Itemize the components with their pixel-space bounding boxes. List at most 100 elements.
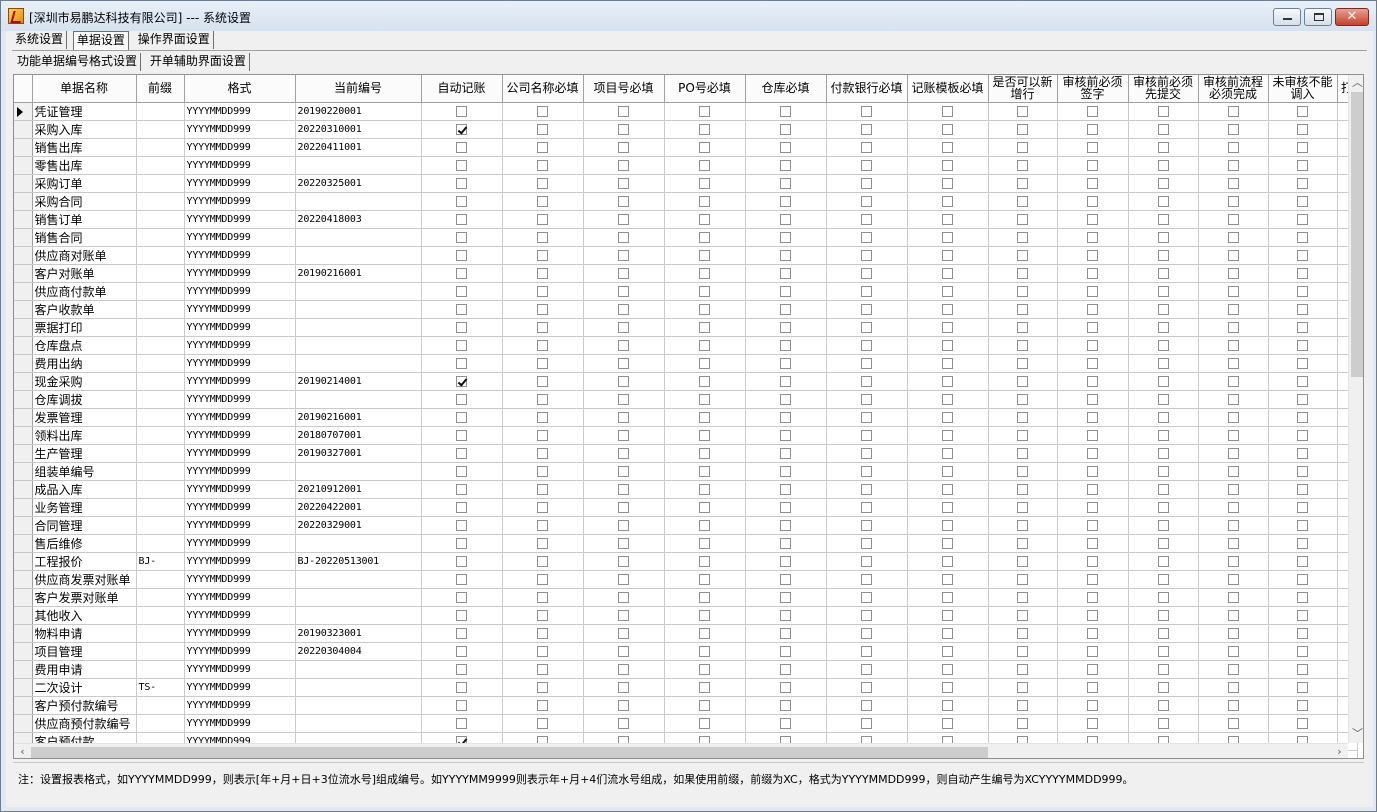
unchecked-checkbox[interactable] xyxy=(780,250,791,261)
prefix-cell[interactable] xyxy=(136,228,185,247)
unchecked-checkbox[interactable] xyxy=(1087,214,1098,225)
prefix-cell[interactable] xyxy=(136,714,185,733)
unchecked-checkbox[interactable] xyxy=(1157,574,1169,585)
unchecked-checkbox[interactable] xyxy=(1017,106,1028,117)
unchecked-checkbox[interactable] xyxy=(942,520,953,531)
unchecked-checkbox[interactable] xyxy=(942,682,953,693)
column-header[interactable]: 审核前流程必须完成 xyxy=(1198,75,1269,103)
format-cell[interactable]: YYYYMMDD999 xyxy=(184,210,296,229)
unchecked-checkbox[interactable] xyxy=(942,700,953,711)
prefix-cell[interactable] xyxy=(136,534,185,553)
unchecked-checkbox[interactable] xyxy=(537,196,548,207)
row-indicator[interactable] xyxy=(14,426,33,445)
unchecked-checkbox[interactable] xyxy=(1087,178,1098,189)
table-row[interactable]: 客户对账单 YYYYMMDD999 20190216001 xyxy=(14,264,1358,283)
row-indicator[interactable] xyxy=(14,498,33,517)
unchecked-checkbox[interactable] xyxy=(1297,520,1308,531)
unchecked-checkbox[interactable] xyxy=(699,628,710,639)
prefix-cell[interactable]: BJ- xyxy=(136,552,185,571)
unchecked-checkbox[interactable] xyxy=(780,700,791,711)
unchecked-checkbox[interactable] xyxy=(1227,502,1239,513)
unchecked-checkbox[interactable] xyxy=(456,430,467,441)
unchecked-checkbox[interactable] xyxy=(1157,430,1169,441)
unchecked-checkbox[interactable] xyxy=(1227,178,1239,189)
doc-name-cell[interactable]: 客户预付款编号 xyxy=(32,696,137,715)
unchecked-checkbox[interactable] xyxy=(618,718,629,729)
unchecked-checkbox[interactable] xyxy=(618,664,629,675)
unchecked-checkbox[interactable] xyxy=(1297,628,1308,639)
unchecked-checkbox[interactable] xyxy=(1157,250,1169,261)
unchecked-checkbox[interactable] xyxy=(1157,664,1169,675)
unchecked-checkbox[interactable] xyxy=(1297,718,1308,729)
prefix-cell[interactable] xyxy=(136,426,185,445)
unchecked-checkbox[interactable] xyxy=(1227,592,1239,603)
unchecked-checkbox[interactable] xyxy=(861,628,872,639)
current-number-cell[interactable]: BJ-20220513001 xyxy=(295,552,422,571)
unchecked-checkbox[interactable] xyxy=(618,340,629,351)
unchecked-checkbox[interactable] xyxy=(537,502,548,513)
unchecked-checkbox[interactable] xyxy=(1157,646,1169,657)
row-indicator[interactable] xyxy=(14,714,33,733)
prefix-cell[interactable] xyxy=(136,624,185,643)
unchecked-checkbox[interactable] xyxy=(1227,160,1239,171)
table-row[interactable]: 二次设计 TS- YYYYMMDD999 xyxy=(14,678,1358,697)
unchecked-checkbox[interactable] xyxy=(456,592,467,603)
scroll-up-icon[interactable]: ︿ xyxy=(1349,75,1363,92)
unchecked-checkbox[interactable] xyxy=(456,286,467,297)
unchecked-checkbox[interactable] xyxy=(456,340,467,351)
row-indicator[interactable] xyxy=(14,480,33,499)
unchecked-checkbox[interactable] xyxy=(537,178,548,189)
unchecked-checkbox[interactable] xyxy=(861,322,872,333)
unchecked-checkbox[interactable] xyxy=(537,700,548,711)
unchecked-checkbox[interactable] xyxy=(1227,448,1239,459)
unchecked-checkbox[interactable] xyxy=(780,592,791,603)
doc-name-cell[interactable]: 凭证管理 xyxy=(32,102,137,121)
doc-name-cell[interactable]: 客户收款单 xyxy=(32,300,137,319)
unchecked-checkbox[interactable] xyxy=(861,286,872,297)
unchecked-checkbox[interactable] xyxy=(942,124,953,135)
unchecked-checkbox[interactable] xyxy=(456,268,467,279)
unchecked-checkbox[interactable] xyxy=(1297,358,1308,369)
doc-name-cell[interactable]: 供应商预付款编号 xyxy=(32,714,137,733)
unchecked-checkbox[interactable] xyxy=(1157,628,1169,639)
unchecked-checkbox[interactable] xyxy=(1087,268,1098,279)
unchecked-checkbox[interactable] xyxy=(1297,592,1308,603)
unchecked-checkbox[interactable] xyxy=(1017,700,1028,711)
row-indicator[interactable] xyxy=(14,660,33,679)
unchecked-checkbox[interactable] xyxy=(1297,232,1308,243)
doc-name-cell[interactable]: 业务管理 xyxy=(32,498,137,517)
unchecked-checkbox[interactable] xyxy=(780,718,791,729)
doc-name-cell[interactable]: 票据打印 xyxy=(32,318,137,337)
unchecked-checkbox[interactable] xyxy=(780,466,791,477)
current-number-cell[interactable]: 20190327001 xyxy=(295,444,422,463)
format-cell[interactable]: YYYYMMDD999 xyxy=(184,480,296,499)
table-row[interactable]: 费用出纳 YYYYMMDD999 xyxy=(14,354,1358,373)
unchecked-checkbox[interactable] xyxy=(537,448,548,459)
prefix-cell[interactable] xyxy=(136,642,185,661)
table-row[interactable]: 业务管理 YYYYMMDD999 20220422001 xyxy=(14,498,1358,517)
row-indicator[interactable] xyxy=(14,516,33,535)
unchecked-checkbox[interactable] xyxy=(618,124,629,135)
doc-name-cell[interactable]: 现金采购 xyxy=(32,372,137,391)
unchecked-checkbox[interactable] xyxy=(1087,322,1098,333)
prefix-cell[interactable] xyxy=(136,462,185,481)
unchecked-checkbox[interactable] xyxy=(942,394,953,405)
unchecked-checkbox[interactable] xyxy=(537,322,548,333)
unchecked-checkbox[interactable] xyxy=(861,250,872,261)
unchecked-checkbox[interactable] xyxy=(861,448,872,459)
unchecked-checkbox[interactable] xyxy=(861,340,872,351)
row-indicator[interactable] xyxy=(14,570,33,589)
format-cell[interactable]: YYYYMMDD999 xyxy=(184,642,296,661)
unchecked-checkbox[interactable] xyxy=(942,574,953,585)
unchecked-checkbox[interactable] xyxy=(699,574,710,585)
unchecked-checkbox[interactable] xyxy=(618,286,629,297)
unchecked-checkbox[interactable] xyxy=(1017,322,1028,333)
unchecked-checkbox[interactable] xyxy=(1297,574,1308,585)
unchecked-checkbox[interactable] xyxy=(861,304,872,315)
unchecked-checkbox[interactable] xyxy=(1017,466,1028,477)
unchecked-checkbox[interactable] xyxy=(1297,286,1308,297)
unchecked-checkbox[interactable] xyxy=(618,466,629,477)
unchecked-checkbox[interactable] xyxy=(1017,376,1028,387)
prefix-cell[interactable] xyxy=(136,300,185,319)
format-cell[interactable]: YYYYMMDD999 xyxy=(184,174,296,193)
